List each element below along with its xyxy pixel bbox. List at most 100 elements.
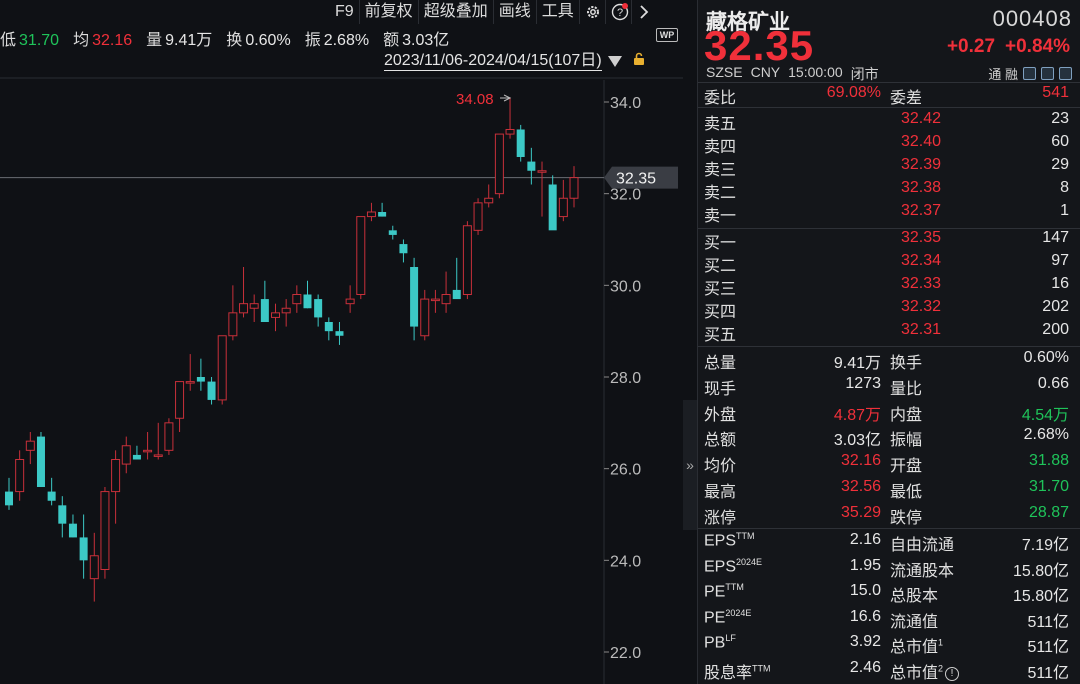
ask-price: 32.40 xyxy=(900,133,941,150)
candle-body[interactable] xyxy=(207,381,216,400)
candle-body[interactable] xyxy=(111,459,121,493)
date-range-selector[interactable]: 2023/11/06-2024/04/15(107日) xyxy=(384,52,646,71)
help-icon[interactable]: ? xyxy=(604,0,631,24)
fundamental-value: 15.0 xyxy=(849,582,881,600)
candle-body[interactable] xyxy=(473,202,483,231)
draw-line-button[interactable]: 画线 xyxy=(492,0,536,24)
candle-body[interactable] xyxy=(420,298,430,337)
bid-level-row: 买四 32.32 202 xyxy=(698,298,1080,321)
stat-label: 均价 xyxy=(704,458,737,476)
ask-level-label: 卖四 xyxy=(704,139,737,156)
candle-body[interactable] xyxy=(356,216,366,295)
super-overlay-button[interactable]: 超级叠加 xyxy=(417,0,493,24)
candle-body[interactable] xyxy=(153,454,163,457)
candle-body[interactable] xyxy=(271,312,281,318)
candle-body[interactable] xyxy=(196,377,205,382)
bid-price: 32.32 xyxy=(900,298,941,315)
candle-body[interactable] xyxy=(569,177,579,199)
candle-body[interactable] xyxy=(228,312,238,337)
candle-body[interactable] xyxy=(185,381,195,384)
candle-body[interactable] xyxy=(217,335,227,401)
candle-body[interactable] xyxy=(548,184,557,231)
candle-body[interactable] xyxy=(441,294,451,305)
y-tick-label: 34.0 xyxy=(610,95,641,112)
candle-body[interactable] xyxy=(494,133,504,195)
candle-body[interactable] xyxy=(292,294,302,305)
stat-value: 31.88 xyxy=(1028,452,1069,470)
lock-icon[interactable] xyxy=(632,52,646,71)
candle-body[interactable] xyxy=(164,422,174,451)
candle-body[interactable] xyxy=(68,523,77,538)
panel-collapse-toggle[interactable]: » xyxy=(683,400,697,530)
tools-button[interactable]: 工具 xyxy=(535,0,579,24)
candle-body[interactable] xyxy=(462,225,472,295)
candle-body[interactable] xyxy=(239,303,249,314)
candle-body[interactable] xyxy=(314,299,323,318)
candle-body[interactable] xyxy=(452,289,461,300)
candle-body[interactable] xyxy=(36,436,45,487)
stat-label: 总额 xyxy=(704,432,737,450)
amount-stat: 额 3.03亿 xyxy=(383,32,450,49)
time-label: 15:00:00 xyxy=(788,64,843,80)
candle-body[interactable] xyxy=(47,491,56,501)
dropdown-arrow-icon[interactable] xyxy=(607,56,622,67)
candle-body[interactable] xyxy=(100,491,110,571)
fundamental-label-superscript: 2 xyxy=(938,663,944,674)
f9-button[interactable]: F9 xyxy=(330,0,359,24)
candle-body[interactable] xyxy=(58,505,67,524)
kline-chart-area[interactable]: 34.0 32.0 30.0 28.0 26.0 24.0 22.0 32.35 34.08 F… xyxy=(0,0,683,684)
fundamental-label-text: 自由流通 xyxy=(890,537,955,554)
candle-body[interactable] xyxy=(281,307,291,314)
candle-body[interactable] xyxy=(527,161,536,171)
ask-level-row: 卖三 32.39 29 xyxy=(698,156,1080,179)
candle-body[interactable] xyxy=(89,555,99,580)
fundamental-label: 总市值1 xyxy=(890,633,943,657)
candle-body[interactable] xyxy=(366,211,376,218)
alert-icon[interactable] xyxy=(1041,67,1054,80)
candle-body[interactable] xyxy=(537,170,547,173)
candle-body[interactable] xyxy=(430,298,440,302)
gear-icon[interactable] xyxy=(578,0,605,24)
chevron-right-icon[interactable] xyxy=(630,0,657,24)
candle-body[interactable] xyxy=(15,459,25,493)
edit-icon[interactable] xyxy=(1023,67,1036,80)
stat-row: 涨停 35.29 跌停 28.87 xyxy=(698,504,1080,527)
divider xyxy=(698,346,1080,347)
candle-body[interactable] xyxy=(121,445,131,465)
candle-body[interactable] xyxy=(324,322,333,332)
candle-body[interactable] xyxy=(79,537,88,561)
add-watchlist-icon[interactable] xyxy=(1059,67,1072,80)
candle-body[interactable] xyxy=(303,294,312,309)
candle-body[interactable] xyxy=(558,197,568,218)
date-range-label[interactable]: 2023/11/06-2024/04/15(107日) xyxy=(384,52,602,71)
candle-body[interactable] xyxy=(335,331,344,336)
candle-body[interactable] xyxy=(505,129,515,135)
candle-body[interactable] xyxy=(143,449,153,453)
bid-level-label: 买一 xyxy=(704,235,737,252)
candle-body[interactable] xyxy=(25,440,35,451)
fundamental-label: 总股本 xyxy=(890,582,938,606)
candle-body[interactable] xyxy=(410,267,419,327)
candle-body[interactable] xyxy=(345,298,355,305)
candle-body[interactable] xyxy=(516,129,525,158)
ask-level-row: 卖五 32.42 23 xyxy=(698,110,1080,133)
candle-body[interactable] xyxy=(388,230,397,235)
ask-volume: 60 xyxy=(1051,133,1069,150)
candle-body[interactable] xyxy=(399,244,408,254)
candle-body[interactable] xyxy=(260,299,269,322)
fundamental-label-text: EPS xyxy=(704,557,737,575)
kline-chart[interactable]: 34.0 32.0 30.0 28.0 26.0 24.0 22.0 32.35 34.08 xyxy=(0,0,683,684)
info-icon[interactable]: ! xyxy=(945,666,960,681)
candle-body[interactable] xyxy=(132,454,141,460)
candle-body[interactable] xyxy=(378,212,387,217)
stat-row: 总额 3.03亿 振幅 2.68% xyxy=(698,426,1080,449)
fundamental-row: PBLF 3.92 总市值1 511亿 xyxy=(698,633,1080,656)
forward-adjust-button[interactable]: 前复权 xyxy=(358,0,418,24)
divider xyxy=(698,82,1080,83)
wp-badge[interactable]: WP xyxy=(656,28,678,42)
candle-body[interactable] xyxy=(175,381,185,419)
candle-body[interactable] xyxy=(484,197,494,204)
candle-body[interactable] xyxy=(5,491,13,506)
candle-body[interactable] xyxy=(249,303,259,309)
bid-level-label: 买四 xyxy=(704,304,737,321)
